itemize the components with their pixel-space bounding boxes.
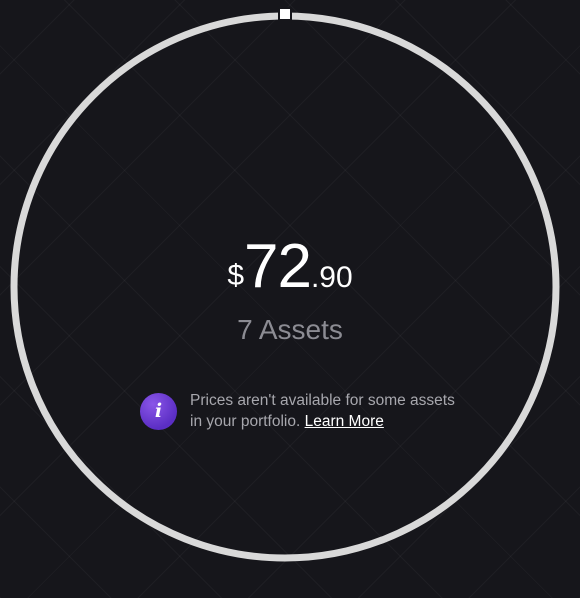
ring-marker (278, 7, 292, 21)
portfolio-widget: $72.90 7 Assets i Prices aren't availabl… (0, 0, 580, 598)
currency-symbol: $ (227, 259, 244, 292)
prices-unavailable-notice: i Prices aren't available for some asset… (140, 389, 460, 433)
notice-line-2-text: in your portfolio. (190, 413, 301, 430)
notice-line-2: in your portfolio. Learn More (190, 411, 455, 432)
learn-more-link[interactable]: Learn More (305, 413, 384, 430)
assets-count: 7 Assets (237, 314, 343, 345)
balance-cents: .90 (310, 261, 353, 294)
notice-text: Prices aren't available for some assets … (190, 390, 455, 432)
balance-whole: 72 (244, 232, 312, 301)
portfolio-balance: $72.90 (0, 232, 580, 302)
notice-line-1: Prices aren't available for some assets (190, 392, 455, 409)
info-icon: i (140, 392, 177, 430)
